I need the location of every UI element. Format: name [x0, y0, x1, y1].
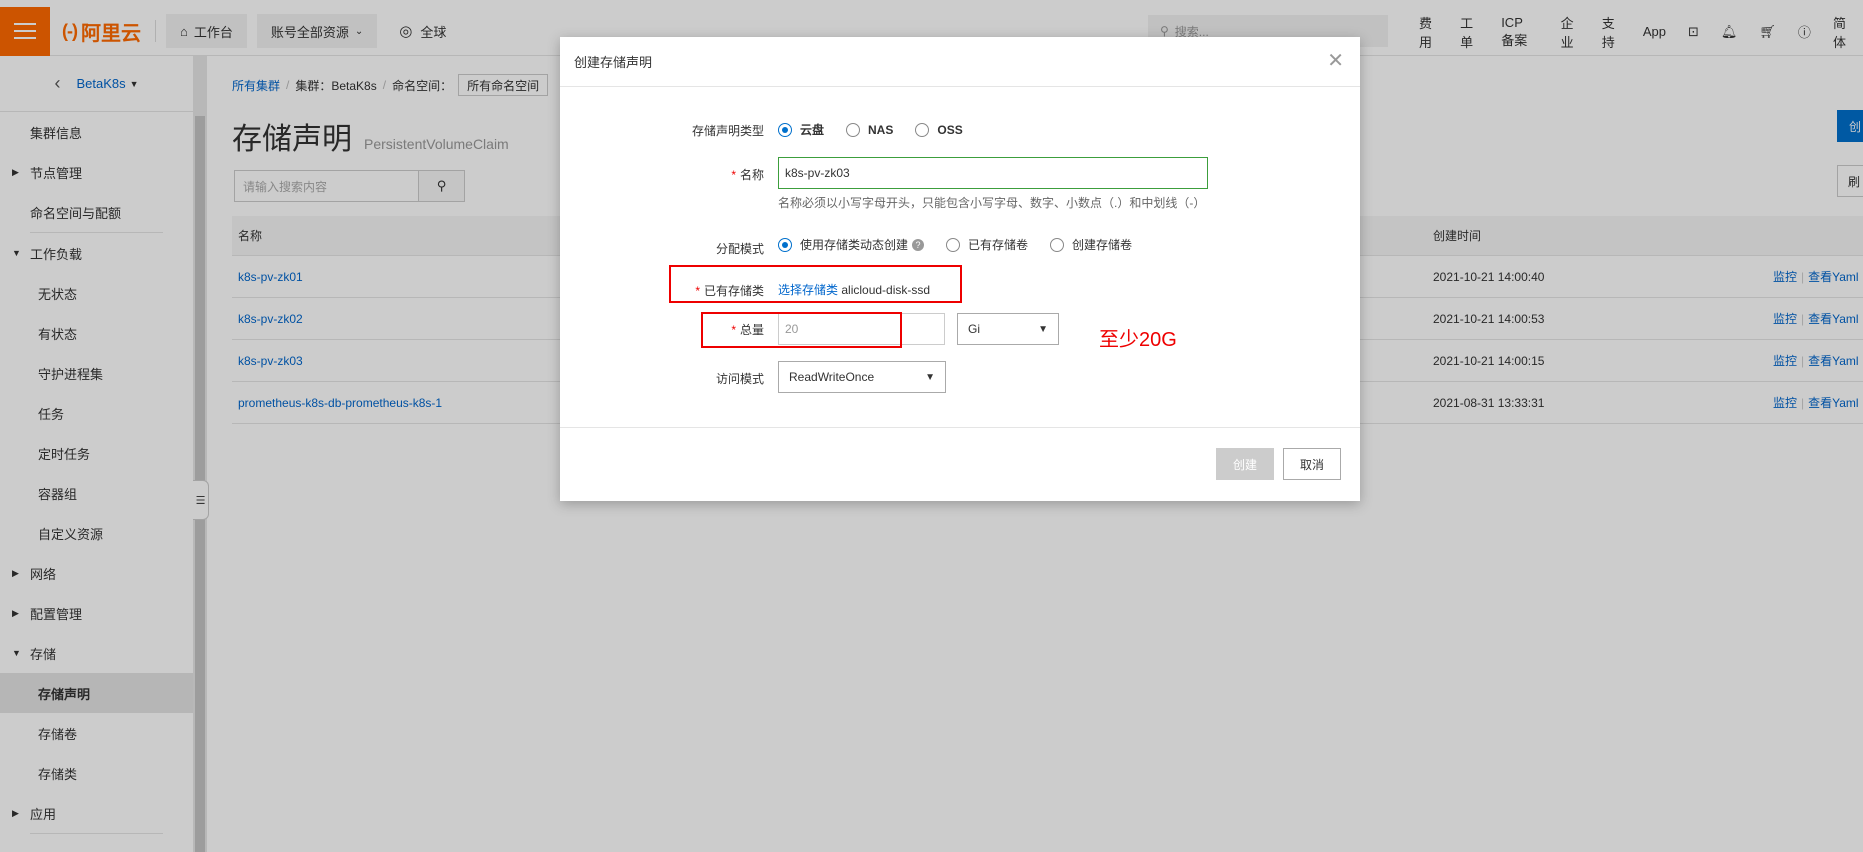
radio-dot [778, 237, 792, 252]
name-input[interactable]: k8s-pv-zk03 [778, 157, 1208, 189]
mode-radio-group: 使用存储类动态创建? 已有存储卷 创建存储卷 [778, 236, 1154, 253]
type-radio-oss[interactable]: OSS [915, 122, 963, 137]
close-icon[interactable]: ✕ [1327, 51, 1344, 71]
mode-option-label: 已有存储卷 [968, 238, 1029, 252]
dialog-create-button[interactable]: 创建 [1216, 448, 1274, 480]
annotation-note: 至少20G [1099, 329, 1177, 351]
mode-option-label: 使用存储类动态创建 [800, 238, 909, 252]
type-option-label: NAS [868, 122, 894, 137]
name-hint: 名称必须以小写字母开头，只能包含小写字母、数字、小数点（.）和中划线（-） [778, 196, 1206, 210]
radio-dot [915, 122, 930, 137]
type-radio-disk[interactable]: 云盘 [778, 121, 824, 138]
mode-radio-dynamic[interactable]: 使用存储类动态创建? [778, 236, 925, 253]
name-label-text: 名称 [739, 168, 764, 182]
dialog-header: 创建存储声明 ✕ [560, 37, 1360, 87]
dialog-title: 创建存储声明 [574, 55, 653, 70]
mode-radio-existing-volume[interactable]: 已有存储卷 [946, 236, 1028, 253]
type-option-label: OSS [937, 122, 963, 137]
radio-dot [846, 122, 861, 137]
access-mode-select[interactable]: ReadWriteOnce ▼ [778, 361, 946, 393]
help-icon[interactable]: ? [912, 238, 925, 251]
mode-label: 分配模式 [715, 242, 764, 256]
unit-select[interactable]: Gi ▼ [957, 313, 1059, 345]
chevron-down-icon: ▼ [1038, 323, 1048, 335]
mode-radio-create-volume[interactable]: 创建存储卷 [1050, 236, 1132, 253]
type-option-label: 云盘 [800, 123, 825, 137]
name-label: * 名称 [574, 166, 764, 183]
type-label: 存储声明类型 [691, 124, 764, 138]
access-mode-value: ReadWriteOnce [789, 370, 875, 384]
dialog-cancel-button[interactable]: 取消 [1283, 448, 1341, 480]
access-mode-label: 访问模式 [715, 372, 764, 386]
dialog-footer: 创建 取消 [560, 427, 1360, 501]
type-radio-nas[interactable]: NAS [846, 122, 894, 137]
type-radio-group: 云盘 NAS OSS [778, 121, 985, 138]
radio-dot [946, 237, 961, 252]
required-mark: * [731, 168, 736, 182]
chevron-down-icon: ▼ [925, 371, 935, 383]
radio-dot [1050, 237, 1065, 252]
annotation-storage-class-highlight [669, 265, 962, 303]
unit-value: Gi [968, 322, 980, 336]
radio-dot [778, 122, 792, 137]
annotation-total-highlight [701, 312, 902, 348]
mode-option-label: 创建存储卷 [1072, 238, 1133, 252]
